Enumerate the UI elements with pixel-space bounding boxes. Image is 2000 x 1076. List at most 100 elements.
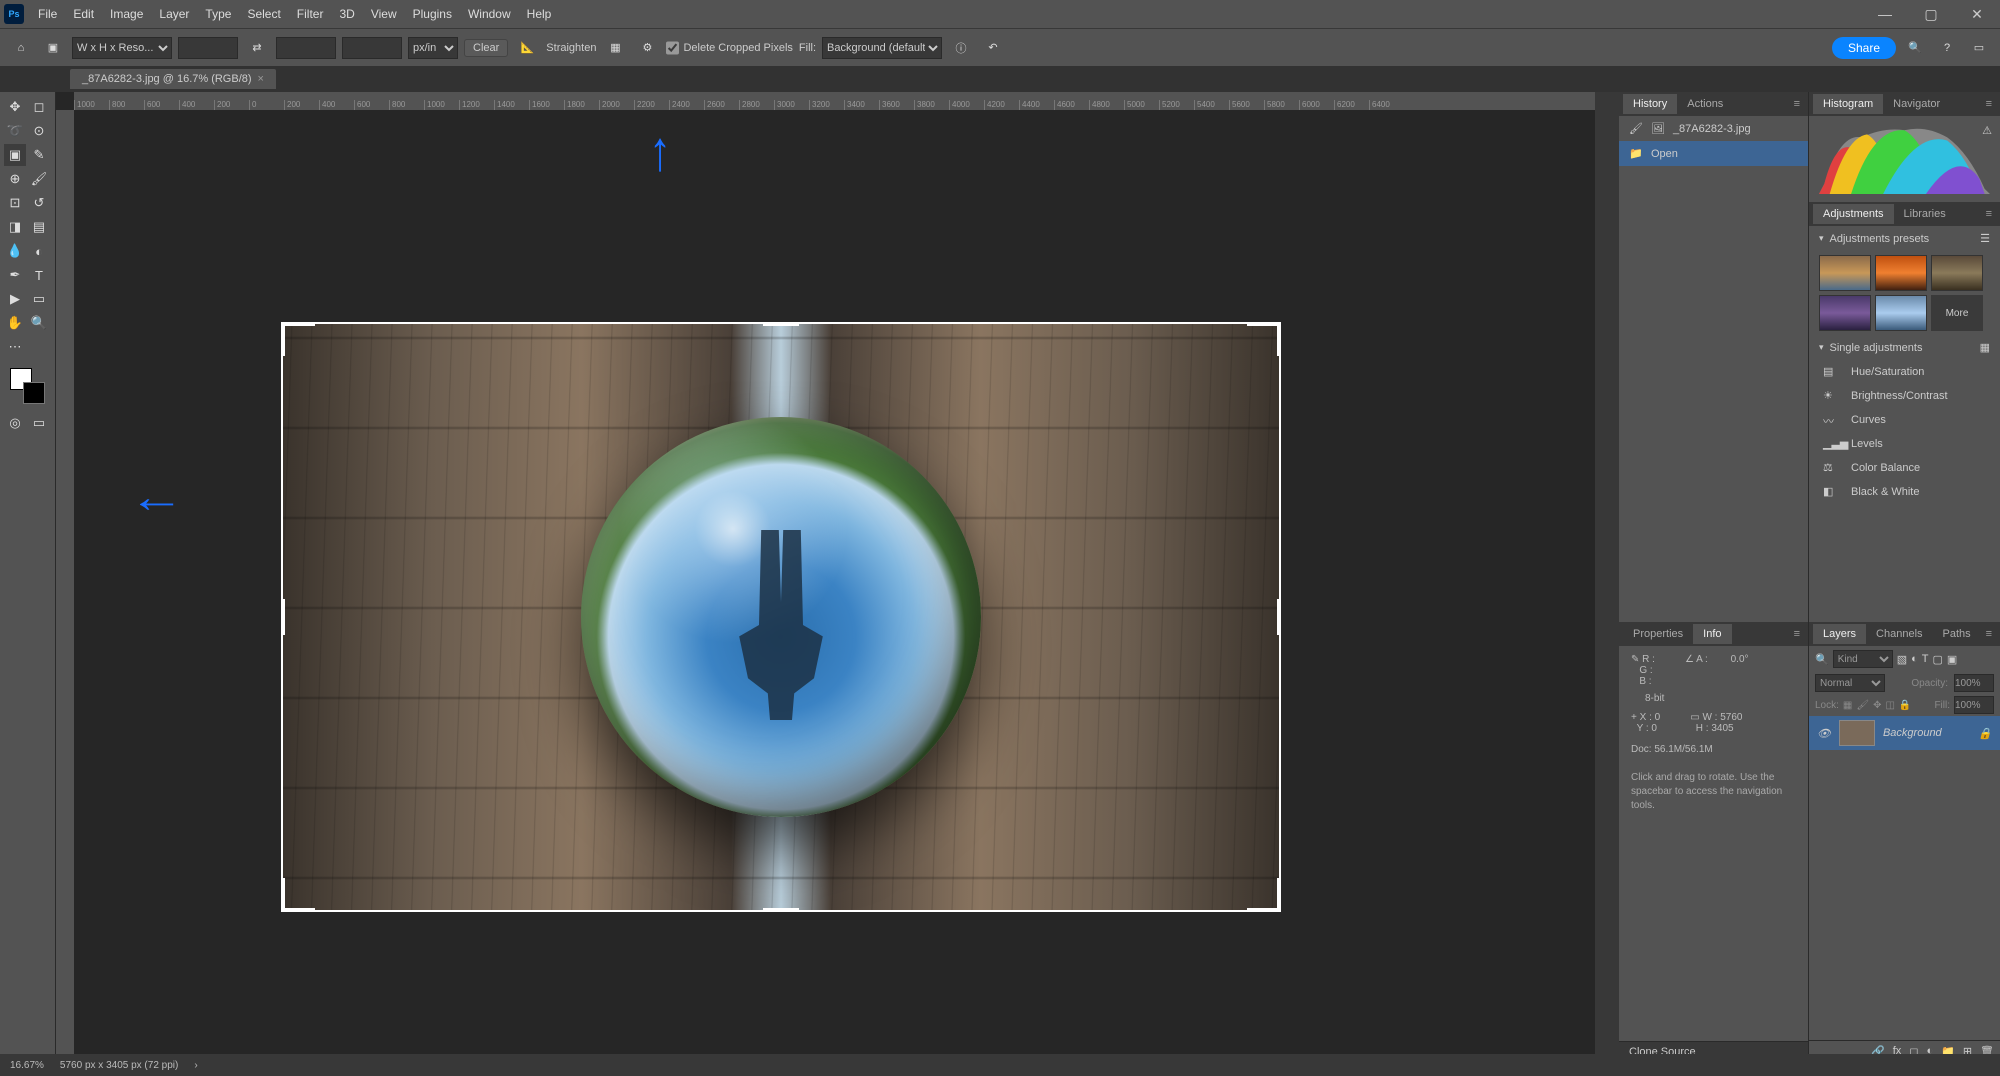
adj-color-balance[interactable]: ⚖Color Balance (1809, 456, 2000, 480)
menu-select[interactable]: Select (239, 1, 288, 27)
adj-levels[interactable]: ▁▃▅Levels (1809, 432, 2000, 456)
status-arrow-icon[interactable]: › (194, 1060, 197, 1071)
crop-handle-right[interactable] (1277, 599, 1281, 635)
crop-handle-tr[interactable] (1247, 322, 1281, 326)
crop-handle-br[interactable] (1277, 878, 1281, 912)
type-tool[interactable]: T (28, 264, 50, 286)
preset-thumb[interactable] (1875, 295, 1927, 331)
lasso-tool[interactable]: ➰ (4, 120, 26, 142)
straighten-label[interactable]: Straighten (546, 42, 596, 54)
filter-adj-icon[interactable]: ◐ (1911, 653, 1918, 665)
opacity-input[interactable] (1954, 674, 1994, 692)
blend-mode-select[interactable]: Normal (1815, 674, 1885, 692)
quick-mask-icon[interactable]: ◎ (4, 412, 26, 434)
overlay-grid-icon[interactable]: ▦ (602, 35, 628, 61)
layer-thumb[interactable] (1839, 720, 1875, 746)
clone-stamp-tool[interactable]: ⊡ (4, 192, 26, 214)
screen-mode-icon[interactable]: ▭ (28, 412, 50, 434)
panel-dock[interactable] (1595, 92, 1619, 1062)
list-view-icon[interactable]: ☰ (1980, 232, 1990, 245)
tab-paths[interactable]: Paths (1933, 624, 1981, 644)
brush-tool[interactable]: 🖌 (28, 168, 50, 190)
panel-menu-icon[interactable]: ≡ (1790, 628, 1804, 640)
crop-handle-tl[interactable] (281, 322, 285, 356)
close-button[interactable]: ✕ (1954, 0, 2000, 28)
menu-3d[interactable]: 3D (331, 1, 362, 27)
visibility-icon[interactable]: 👁 (1817, 727, 1831, 740)
layer-background[interactable]: 👁 Background 🔒 (1809, 716, 2000, 750)
tab-channels[interactable]: Channels (1866, 624, 1932, 644)
lock-icon[interactable]: 🔒 (1978, 727, 1992, 740)
delete-cropped-toggle[interactable]: Delete Cropped Pixels (666, 37, 792, 59)
crop-tool-icon[interactable]: ▣ (40, 35, 66, 61)
preset-more-button[interactable]: More (1931, 295, 1983, 331)
history-step-open[interactable]: 📁 Open (1619, 141, 1808, 166)
zoom-tool[interactable]: 🔍 (28, 312, 50, 334)
crop-handle-br[interactable] (1247, 908, 1281, 912)
marquee-tool[interactable]: ◻ (28, 96, 50, 118)
adj-curves[interactable]: 〰Curves (1809, 408, 2000, 432)
document-tab[interactable]: _87A6282-3.jpg @ 16.7% (RGB/8) × (70, 69, 276, 89)
tab-history[interactable]: History (1623, 94, 1677, 114)
menu-help[interactable]: Help (519, 1, 560, 27)
undo-icon[interactable]: ↶ (980, 35, 1006, 61)
share-button[interactable]: Share (1832, 37, 1896, 59)
adjustment-presets-toggle[interactable]: ▾ Adjustments presets ☰ (1809, 226, 2000, 251)
crop-unit-select[interactable]: px/in (408, 37, 458, 59)
preset-thumb[interactable] (1819, 295, 1871, 331)
tab-info[interactable]: Info (1693, 624, 1731, 644)
menu-layer[interactable]: Layer (151, 1, 197, 27)
panel-menu-icon[interactable]: ≡ (1982, 628, 1996, 640)
history-source[interactable]: 🖌 🖼 _87A6282-3.jpg (1619, 116, 1808, 141)
menu-file[interactable]: File (30, 1, 65, 27)
crop-handle-tl[interactable] (281, 322, 315, 326)
home-icon[interactable]: ⌂ (8, 35, 34, 61)
menu-window[interactable]: Window (460, 1, 519, 27)
crop-preset-select[interactable]: W x H x Reso... (72, 37, 172, 59)
horizontal-ruler[interactable]: 1000800600400200020040060080010001200140… (74, 92, 1595, 110)
crop-handle-bl[interactable] (281, 908, 315, 912)
grid-view-icon[interactable]: ▦ (1980, 341, 1990, 354)
gradient-tool[interactable]: ▤ (28, 216, 50, 238)
crop-handle-left[interactable] (281, 599, 285, 635)
tab-properties[interactable]: Properties (1623, 624, 1693, 644)
hand-tool[interactable]: ✋ (4, 312, 26, 334)
move-tool[interactable]: ✥ (4, 96, 26, 118)
crop-tool[interactable]: ▣ (4, 144, 26, 166)
pen-tool[interactable]: ✒ (4, 264, 26, 286)
filter-smart-icon[interactable]: ▣ (1947, 653, 1957, 666)
maximize-button[interactable]: ▢ (1908, 0, 1954, 28)
preset-thumb[interactable] (1819, 255, 1871, 291)
preset-thumb[interactable] (1875, 255, 1927, 291)
filter-shape-icon[interactable]: ▢ (1933, 653, 1943, 666)
tab-libraries[interactable]: Libraries (1894, 204, 1956, 224)
adj-black-white[interactable]: ◧Black & White (1809, 480, 2000, 504)
swap-dims-icon[interactable]: ⇄ (244, 35, 270, 61)
menu-image[interactable]: Image (102, 1, 151, 27)
shape-tool[interactable]: ▭ (28, 288, 50, 310)
lock-pos-icon[interactable]: ✥ (1873, 700, 1881, 711)
clear-button[interactable]: Clear (464, 39, 508, 57)
eraser-tool[interactable]: ◨ (4, 216, 26, 238)
crop-handle-bottom[interactable] (763, 908, 799, 912)
menu-view[interactable]: View (363, 1, 405, 27)
close-tab-icon[interactable]: × (258, 73, 264, 85)
delete-cropped-checkbox[interactable] (666, 37, 679, 59)
tab-navigator[interactable]: Navigator (1883, 94, 1950, 114)
tab-histogram[interactable]: Histogram (1813, 94, 1883, 114)
minimize-button[interactable]: — (1862, 0, 1908, 28)
filter-type-icon[interactable]: T (1922, 653, 1929, 665)
background-color[interactable] (23, 382, 45, 404)
quick-select-tool[interactable]: ⊙ (28, 120, 50, 142)
crop-handle-tr[interactable] (1277, 322, 1281, 356)
menu-plugins[interactable]: Plugins (405, 1, 460, 27)
single-adjustments-toggle[interactable]: ▾ Single adjustments ▦ (1809, 335, 2000, 360)
adj-brightness-contrast[interactable]: ☀Brightness/Contrast (1809, 384, 2000, 408)
adj-hue-saturation[interactable]: ▤Hue/Saturation (1809, 360, 2000, 384)
dodge-tool[interactable]: ◐ (28, 240, 50, 262)
crop-handle-top[interactable] (763, 322, 799, 326)
crop-height-input[interactable] (276, 37, 336, 59)
fill-input[interactable] (1954, 696, 1994, 714)
lock-trans-icon[interactable]: ▦ (1843, 700, 1852, 711)
straighten-icon[interactable]: 📐 (514, 35, 540, 61)
